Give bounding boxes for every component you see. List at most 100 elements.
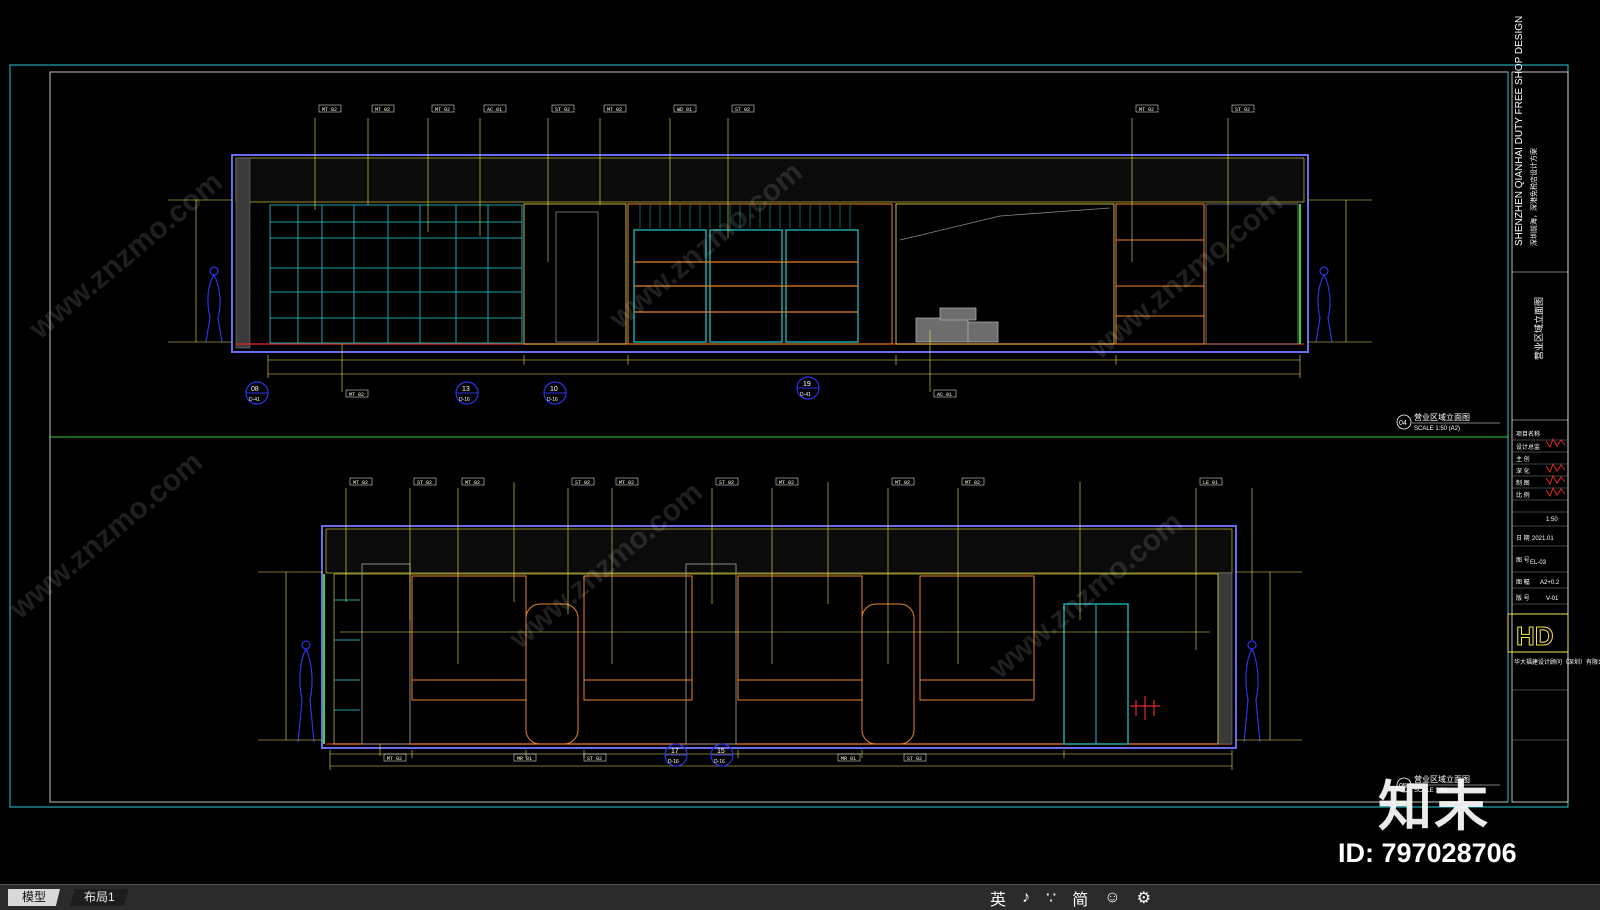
material-tag: WD 01: [677, 107, 692, 113]
lower-bottom-tags: MT 02 MR 01 ST 02 MR 01 ST 02: [379, 744, 927, 762]
section-marker: 08 D-41: [245, 381, 269, 405]
material-tag: MT 02: [965, 480, 980, 486]
material-tag: ST 02: [907, 756, 922, 762]
section-marker: 15 D-16: [710, 743, 734, 767]
title-block-fields: 项目名称 设计总监 主 创 深 化 制 图 比 例 1:50 日 期 2021.…: [1512, 430, 1568, 605]
svg-text:04: 04: [1399, 420, 1407, 427]
signature-marks: [1545, 437, 1566, 498]
svg-text:D-16: D-16: [714, 759, 725, 765]
lower-shelf-left: [323, 574, 360, 744]
material-tag: ST 02: [587, 756, 602, 762]
material-tag: ST 02: [555, 107, 570, 113]
material-tag: MT 02: [779, 480, 794, 486]
section-marker: 19 D-41: [796, 376, 820, 400]
material-tag: MT 02: [465, 480, 480, 486]
revision: V-01: [1546, 596, 1559, 602]
upper-view-title: 04 营业区域立面图 SCALE 1:50 (A2): [1396, 412, 1500, 432]
svg-text:D-16: D-16: [668, 759, 679, 765]
ime-language-toggle[interactable]: 英: [990, 886, 1006, 910]
project-title-en: SHENZHEN QIANHAI DUTY FREE SHOP DESIGN: [1514, 16, 1525, 246]
lower-right-figure: [1243, 640, 1261, 743]
field-label: 图 幅: [1516, 578, 1530, 586]
upper-left-column: [235, 157, 251, 349]
tab-layout1[interactable]: 布局1: [70, 889, 129, 906]
upper-bottom-tags: MT 02 AC 01: [341, 330, 957, 398]
material-tag: MT 02: [353, 480, 368, 486]
field-label: 图 号: [1516, 557, 1530, 564]
material-tag: MR 01: [517, 756, 532, 762]
upper-counter-area: [895, 203, 1115, 345]
material-tag: ST 02: [1235, 107, 1250, 113]
material-tag: LE 01: [1203, 480, 1218, 486]
ime-simplified-toggle[interactable]: 简: [1072, 886, 1088, 910]
material-tag: MT 02: [387, 756, 402, 762]
field-label: 制 图: [1516, 479, 1530, 487]
watermark-id: ID: 797028706: [1338, 838, 1517, 868]
lower-dimension-line: [329, 750, 1233, 770]
ime-dot-icon[interactable]: ∵: [1046, 888, 1056, 908]
upper-shelving-left: [269, 204, 523, 344]
svg-text:15: 15: [717, 748, 725, 755]
svg-text:营业区域立面图: 营业区域立面图: [1414, 412, 1470, 422]
watermark-logo: 知末: [1378, 775, 1490, 838]
upper-elevation[interactable]: [168, 118, 1372, 378]
material-tag: AC 01: [487, 107, 502, 113]
ime-settings-icon[interactable]: ⚙: [1137, 888, 1151, 908]
ime-emoji-icon[interactable]: ☺: [1104, 889, 1120, 907]
material-tag: ST 02: [735, 107, 750, 113]
svg-text:D-41: D-41: [800, 392, 811, 398]
upper-dimension-line: [267, 355, 1301, 378]
project-title-cn: 深圳前海，深港免税店设计方案: [1529, 148, 1538, 246]
svg-text:www.znzmo.com: www.znzmo.com: [23, 165, 229, 346]
field-label: 日 期: [1516, 534, 1530, 542]
material-tag: MT 02: [322, 107, 337, 113]
material-tag: ST 02: [719, 480, 734, 486]
company-name: 华大福建设计顾问（深圳）有限公司: [1514, 658, 1600, 666]
cad-drawing-canvas[interactable]: MT 02 MT 02 MT 02 AC 01 ST 02 MT 02 WD 0…: [0, 0, 1600, 880]
field-label: 深 化: [1516, 467, 1530, 475]
ime-punctuation-icon[interactable]: ♪: [1022, 889, 1030, 907]
material-tag: MT 02: [619, 480, 634, 486]
material-tag: ST 02: [417, 480, 432, 486]
upper-left-figure: [205, 266, 223, 343]
ime-toolbar: 英 ♪ ∵ 简 ☺ ⚙: [990, 887, 1151, 909]
sheet-name: 营业区域立面图: [1533, 297, 1544, 360]
material-tag: MR 01: [841, 756, 856, 762]
section-marker: 17 D-16: [664, 743, 688, 767]
svg-text:D-16: D-16: [547, 397, 558, 403]
sheet-number: EL-03: [1530, 560, 1547, 566]
material-tag: ST 02: [575, 480, 590, 486]
svg-text:D-16: D-16: [459, 397, 470, 403]
material-tag: MT 02: [607, 107, 622, 113]
material-tag: MT 02: [375, 107, 390, 113]
upper-material-tags: MT 02 MT 02 MT 02 AC 01 ST 02 MT 02 WD 0…: [318, 104, 1255, 113]
field-value: 1:50: [1546, 517, 1558, 523]
material-tag: AC 01: [937, 392, 952, 398]
company-logo: HD: [1516, 621, 1554, 651]
svg-text:www.znzmo.com: www.znzmo.com: [1083, 185, 1289, 366]
svg-text:www.znzmo.com: www.znzmo.com: [3, 445, 209, 626]
tab-model[interactable]: 模型: [8, 889, 61, 906]
svg-text:10: 10: [550, 386, 558, 393]
field-label: 主 创: [1516, 455, 1530, 463]
paper-size: A2+0.2: [1540, 580, 1560, 586]
material-tag: MT 02: [895, 480, 910, 486]
material-tag: MT 02: [349, 392, 364, 398]
lower-left-figure: [297, 640, 315, 743]
field-label: 设计总监: [1516, 443, 1540, 451]
section-marker: 13 D-16: [455, 381, 479, 405]
upper-right-figure: [1315, 266, 1333, 343]
field-label: 项目名称: [1516, 430, 1540, 438]
date-value: 2021.01: [1532, 536, 1554, 542]
field-label: 比 例: [1516, 491, 1530, 499]
material-tag: MT 02: [435, 107, 450, 113]
material-tag: MT 02: [1139, 107, 1154, 113]
svg-text:17: 17: [671, 748, 679, 755]
upper-section-markers: 08 D-41 13 D-16 10 D-16 19 D-41: [245, 376, 820, 405]
svg-text:SCALE 1:50 (A2): SCALE 1:50 (A2): [1414, 426, 1460, 432]
lower-material-tags: MT 02 ST 02 MT 02 ST 02 MT 02 ST 02 MT 0…: [349, 477, 1223, 486]
svg-text:08: 08: [251, 386, 259, 393]
upper-centre-panels: [523, 203, 627, 345]
field-label: 版 号: [1516, 594, 1530, 602]
title-block[interactable]: SHENZHEN QIANHAI DUTY FREE SHOP DESIGN 深…: [1507, 16, 1600, 803]
